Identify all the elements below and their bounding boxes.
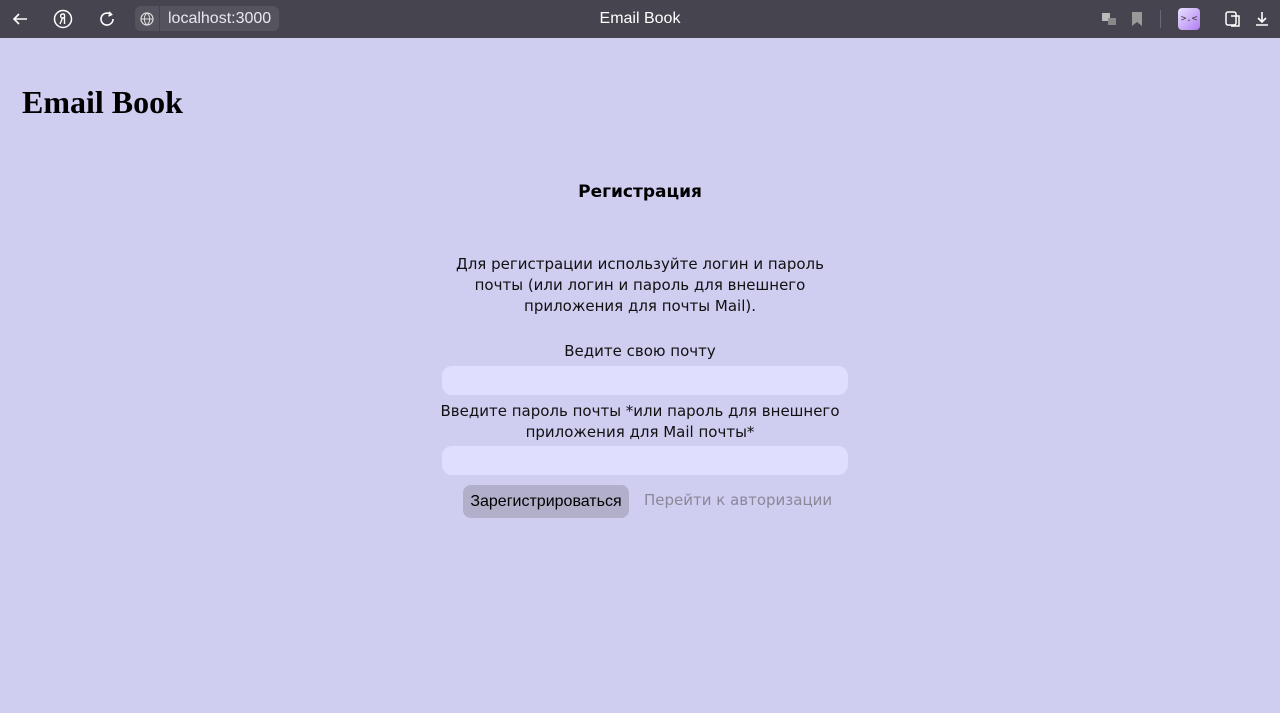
browser-toolbar: localhost:3000 Email Book >.<: [0, 0, 1280, 38]
bookmark-icon[interactable]: [1125, 7, 1149, 31]
go-to-login-link[interactable]: Перейти к авторизации: [644, 491, 832, 509]
site-logo: Email Book: [22, 84, 183, 120]
translate-icon[interactable]: [1097, 7, 1121, 31]
reload-icon[interactable]: [95, 7, 119, 31]
yandex-icon[interactable]: [51, 7, 75, 31]
download-icon[interactable]: [1250, 7, 1274, 31]
toolbar-divider: [1160, 10, 1161, 28]
back-icon[interactable]: [8, 7, 32, 31]
email-input[interactable]: [442, 366, 848, 395]
email-label: Ведите свою почту: [564, 342, 716, 360]
password-label: Введите пароль почты *или пароль для вне…: [440, 402, 840, 441]
address-url[interactable]: localhost:3000: [160, 6, 280, 31]
address-bar[interactable]: localhost:3000: [135, 6, 280, 31]
collections-icon[interactable]: [1221, 7, 1245, 31]
globe-icon: [135, 6, 159, 31]
page-title: Регистрация: [578, 182, 702, 202]
register-button[interactable]: Зарегистрироваться: [463, 485, 629, 518]
registration-description: Для регистрации используйте логин и паро…: [455, 255, 824, 315]
password-input[interactable]: [442, 446, 848, 475]
extension-icon[interactable]: >.<: [1178, 8, 1200, 30]
